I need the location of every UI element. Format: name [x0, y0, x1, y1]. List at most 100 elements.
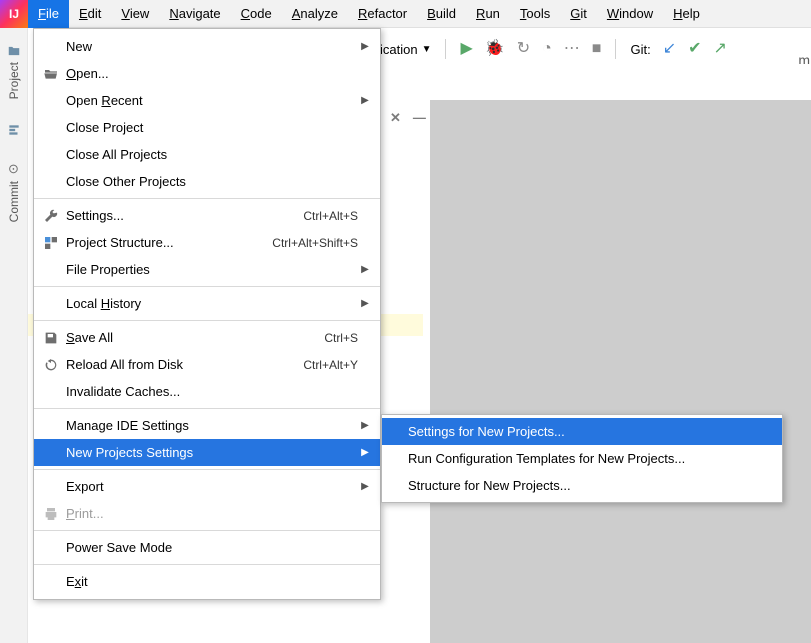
- menu-item-local-history[interactable]: Local History▶: [34, 290, 380, 317]
- menu-item-settings[interactable]: Settings...Ctrl+Alt+S: [34, 202, 380, 229]
- menubar-item-code[interactable]: Code: [231, 0, 282, 28]
- file-menu-dropdown: New▶Open...Open Recent▶Close ProjectClos…: [33, 28, 381, 600]
- minimize-icon[interactable]: —: [413, 110, 426, 126]
- stop-icon[interactable]: ■: [592, 41, 602, 57]
- menu-item-manage-ide-settings[interactable]: Manage IDE Settings▶: [34, 412, 380, 439]
- menubar-item-label: Refactor: [358, 6, 407, 21]
- menu-item-label: Exit: [62, 574, 358, 589]
- menu-item-label: Close Project: [62, 120, 358, 135]
- menu-item-label: New: [62, 39, 358, 54]
- toolbar-separator: [615, 39, 616, 59]
- menu-item-invalidate-caches[interactable]: Invalidate Caches...: [34, 378, 380, 405]
- menu-item-label: Export: [62, 479, 358, 494]
- chevron-down-icon: ▼: [422, 44, 432, 55]
- new-projects-settings-submenu: Settings for New Projects... Run Configur…: [381, 414, 783, 503]
- structure-icon: [40, 235, 62, 251]
- menubar-item-refactor[interactable]: Refactor: [348, 0, 417, 28]
- menubar-item-analyze[interactable]: Analyze: [282, 0, 348, 28]
- git-commit-icon[interactable]: ✔: [688, 41, 701, 57]
- menubar-item-label: Window: [607, 6, 653, 21]
- menubar: IJ File Edit View Navigate Code Analyze Refact…: [0, 0, 811, 28]
- debug-icon[interactable]: 🐞: [485, 41, 505, 57]
- submenu-arrow-icon: ▶: [358, 41, 372, 52]
- commit-label: Commit: [7, 181, 21, 222]
- submenu-item-structure-for-new-projects[interactable]: Structure for New Projects...: [382, 472, 782, 499]
- menu-item-open-recent[interactable]: Open Recent▶: [34, 87, 380, 114]
- submenu-arrow-icon: ▶: [358, 264, 372, 275]
- menu-item-label: Reload All from Disk: [62, 357, 303, 372]
- menu-item-project-structure[interactable]: Project Structure...Ctrl+Alt+Shift+S: [34, 229, 380, 256]
- submenu-item-run-configuration-templates-for-new-projects[interactable]: Run Configuration Templates for New Proj…: [382, 445, 782, 472]
- project-tool-button[interactable]: Project: [7, 44, 21, 99]
- toolbar: ication ▼ ▶ 🐞 ↻ ◔ ⋯ ■ Git: ↙ ✔ ↗: [380, 34, 727, 64]
- menu-item-open[interactable]: Open...: [34, 60, 380, 87]
- menubar-item-tools[interactable]: Tools: [510, 0, 560, 28]
- menubar-item-edit[interactable]: Edit: [69, 0, 111, 28]
- editor-empty-pane: [430, 100, 811, 643]
- menu-item-close-other-projects[interactable]: Close Other Projects: [34, 168, 380, 195]
- menu-item-close-project[interactable]: Close Project: [34, 114, 380, 141]
- menu-item-label: New Projects Settings: [62, 445, 358, 460]
- menu-separator: [34, 320, 380, 321]
- app-icon: IJ: [0, 0, 28, 28]
- menubar-item-file[interactable]: File: [28, 0, 69, 28]
- menu-item-shortcut: Ctrl+Alt+Shift+S: [272, 236, 358, 250]
- menu-item-reload-all-from-disk[interactable]: Reload All from DiskCtrl+Alt+Y: [34, 351, 380, 378]
- attach-icon[interactable]: ⋯: [564, 41, 580, 57]
- menubar-item-git[interactable]: Git: [560, 0, 597, 28]
- menu-separator: [34, 469, 380, 470]
- toolbar-separator: [445, 39, 446, 59]
- close-icon[interactable]: ✕: [390, 110, 401, 126]
- structure-icon[interactable]: [7, 123, 21, 137]
- menu-item-exit[interactable]: Exit: [34, 568, 380, 595]
- menu-item-label: Project Structure...: [62, 235, 272, 250]
- menu-item-label: Settings...: [62, 208, 303, 223]
- menubar-item-view[interactable]: View: [111, 0, 159, 28]
- menubar-item-navigate[interactable]: Navigate: [159, 0, 230, 28]
- menubar-item-build[interactable]: Build: [417, 0, 466, 28]
- menu-separator: [34, 564, 380, 565]
- menubar-item-help[interactable]: Help: [663, 0, 710, 28]
- commit-icon: ⊙: [8, 161, 19, 177]
- commit-tool-button[interactable]: ⊙ Commit: [7, 161, 21, 222]
- run-config-dropdown[interactable]: ication ▼: [380, 42, 431, 57]
- menubar-item-window[interactable]: Window: [597, 0, 663, 28]
- menu-item-new-projects-settings[interactable]: New Projects Settings▶: [34, 439, 380, 466]
- menu-item-file-properties[interactable]: File Properties▶: [34, 256, 380, 283]
- folder-icon: [7, 44, 21, 58]
- menu-item-shortcut: Ctrl+Alt+Y: [303, 358, 358, 372]
- git-push-icon[interactable]: ↗: [714, 41, 727, 57]
- submenu-arrow-icon: ▶: [358, 95, 372, 106]
- menu-item-close-all-projects[interactable]: Close All Projects: [34, 141, 380, 168]
- menubar-item-run[interactable]: Run: [466, 0, 510, 28]
- menubar-item-label: Tools: [520, 6, 550, 21]
- menu-item-label: Power Save Mode: [62, 540, 358, 555]
- submenu-item-settings-for-new-projects[interactable]: Settings for New Projects...: [382, 418, 782, 445]
- save-icon: [40, 330, 62, 346]
- menu-item-power-save-mode[interactable]: Power Save Mode: [34, 534, 380, 561]
- tab-controls: ✕ —: [390, 110, 426, 126]
- submenu-item-label: Settings for New Projects...: [404, 424, 774, 439]
- menubar-item-label: Navigate: [169, 6, 220, 21]
- menu-separator: [34, 408, 380, 409]
- run-icon[interactable]: ▶: [460, 41, 472, 57]
- menu-separator: [34, 286, 380, 287]
- menu-item-export[interactable]: Export▶: [34, 473, 380, 500]
- menubar-item-label: View: [121, 6, 149, 21]
- git-label: Git:: [630, 42, 650, 57]
- tool-window-bar: Project ⊙ Commit: [0, 28, 28, 643]
- git-update-icon[interactable]: ↙: [663, 41, 676, 57]
- menu-item-new[interactable]: New▶: [34, 33, 380, 60]
- folder-open-icon: [40, 66, 62, 82]
- menubar-item-label: File: [38, 6, 59, 21]
- reload-icon: [40, 357, 62, 373]
- coverage-icon[interactable]: ↻: [517, 41, 530, 57]
- menubar-item-label: Run: [476, 6, 500, 21]
- menu-separator: [34, 198, 380, 199]
- menu-item-save-all[interactable]: Save AllCtrl+S: [34, 324, 380, 351]
- menubar-item-label: Analyze: [292, 6, 338, 21]
- menu-item-label: Local History: [62, 296, 358, 311]
- menubar-item-label: Code: [241, 6, 272, 21]
- menu-item-label: Manage IDE Settings: [62, 418, 358, 433]
- profile-icon[interactable]: ◔: [542, 41, 552, 57]
